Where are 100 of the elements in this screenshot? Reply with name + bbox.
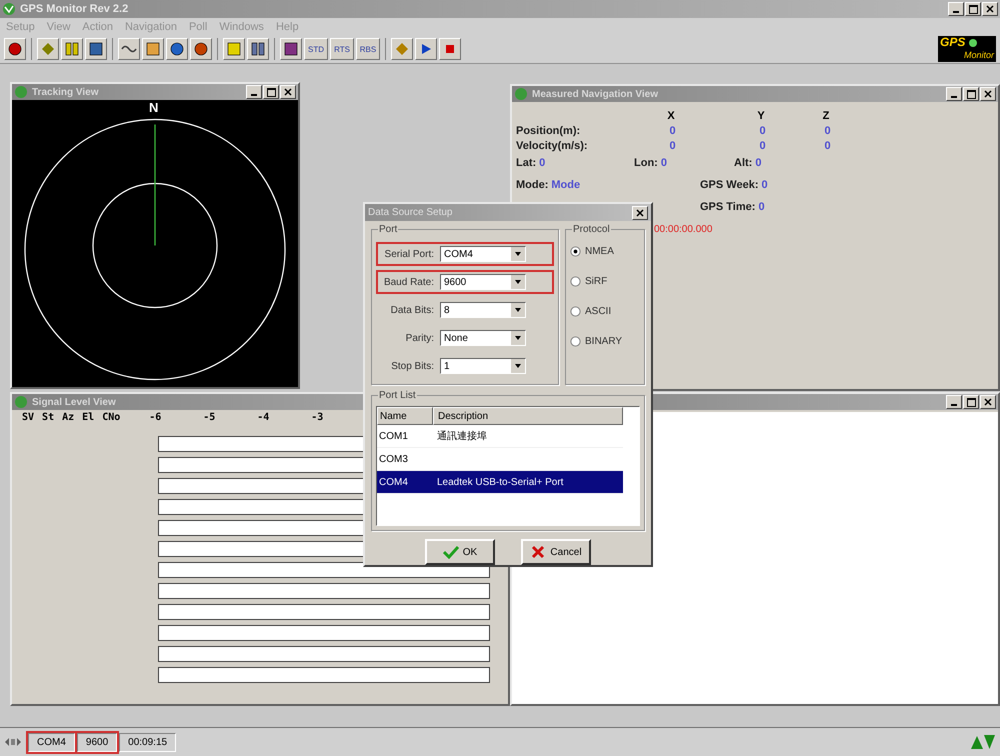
- dropdown[interactable]: 1: [440, 358, 526, 374]
- toolbar-button[interactable]: RTS: [330, 38, 354, 60]
- toolbar-button[interactable]: [85, 38, 107, 60]
- maximize-icon: [966, 90, 976, 98]
- field-label: GPS Week:: [700, 179, 758, 191]
- group-label: Protocol: [572, 224, 611, 235]
- field-label: Lat:: [516, 157, 536, 169]
- bars-icon: [64, 41, 80, 57]
- bars-icon: [250, 41, 266, 57]
- scale-label: -3: [310, 412, 324, 425]
- axis-label: Z: [822, 110, 830, 122]
- dropdown[interactable]: COM4: [440, 246, 526, 262]
- close-button[interactable]: [980, 395, 996, 409]
- window-title: GPS Monitor Rev 2.2: [20, 3, 128, 15]
- square-icon: [145, 41, 161, 57]
- minimize-icon: [951, 404, 957, 406]
- radio-button[interactable]: NMEA: [570, 246, 640, 257]
- dot-icon: [968, 38, 978, 48]
- toolbar-button[interactable]: [190, 38, 212, 60]
- window-title: Signal Level View: [32, 396, 116, 408]
- minimize-button[interactable]: [946, 87, 962, 101]
- field-value: Mode: [551, 179, 580, 191]
- field-label: Lon:: [634, 157, 658, 169]
- ok-button[interactable]: OK: [425, 539, 495, 565]
- toolbar-button[interactable]: [247, 38, 269, 60]
- close-button[interactable]: [280, 85, 296, 99]
- column-header: El: [82, 412, 94, 425]
- radio-button[interactable]: SiRF: [570, 276, 640, 287]
- minimize-button[interactable]: [946, 395, 962, 409]
- maximize-button[interactable]: [963, 395, 979, 409]
- close-icon: [986, 5, 994, 13]
- axis-label: X: [666, 110, 676, 122]
- close-button[interactable]: [632, 206, 648, 220]
- cross-icon: [530, 545, 546, 559]
- maximize-button[interactable]: [263, 85, 279, 99]
- minimize-button[interactable]: [246, 85, 262, 99]
- caret-icon: [511, 331, 525, 345]
- circle-icon: [193, 41, 209, 57]
- toolbar-button[interactable]: STD: [304, 38, 328, 60]
- restore-button[interactable]: [965, 2, 981, 16]
- dropdown[interactable]: 9600: [440, 274, 526, 290]
- status-field: COM4: [28, 732, 75, 752]
- close-button[interactable]: [982, 2, 998, 16]
- field-label: Stop Bits:: [390, 360, 434, 372]
- status-field: 00:09:15: [119, 732, 176, 752]
- status-field: 9600: [76, 732, 118, 752]
- group-label: Port: [378, 224, 398, 235]
- radio-button[interactable]: ASCII: [570, 306, 640, 317]
- minimize-button[interactable]: [948, 2, 964, 16]
- toolbar-button[interactable]: [4, 38, 26, 60]
- field-value: 0: [660, 157, 667, 169]
- caret-icon: [511, 359, 525, 373]
- group-label: Port List: [378, 390, 417, 401]
- minimize-icon: [951, 96, 957, 98]
- radio-button[interactable]: BINARY: [570, 336, 640, 347]
- field-label: Parity:: [404, 332, 434, 344]
- toolbar-button[interactable]: [61, 38, 83, 60]
- minimize-icon: [953, 11, 959, 13]
- play-button[interactable]: [415, 38, 437, 60]
- field-value: 0: [758, 140, 767, 152]
- close-icon: [984, 398, 992, 406]
- maximize-button[interactable]: [963, 87, 979, 101]
- scale-label: -4: [256, 412, 270, 425]
- stop-button[interactable]: [439, 38, 461, 60]
- toolbar-button[interactable]: [118, 38, 140, 60]
- window-title: Measured Navigation View: [532, 88, 658, 100]
- toolbar-button[interactable]: [142, 38, 164, 60]
- close-icon: [636, 208, 644, 216]
- port-row[interactable]: COM1 通訊連接埠: [377, 425, 623, 448]
- field-value: 0: [823, 140, 832, 152]
- field-value: 0: [668, 125, 677, 137]
- caret-icon: [511, 275, 525, 289]
- axis-label: Y: [756, 110, 766, 122]
- field-label: Alt:: [734, 157, 752, 169]
- scale-label: -5: [202, 412, 216, 425]
- port-row[interactable]: COM4 Leadtek USB-to-Serial+ Port: [377, 471, 623, 494]
- field-label: Velocity(m/s):: [516, 140, 589, 152]
- dropdown[interactable]: 8: [440, 302, 526, 318]
- window-title: Tracking View: [32, 86, 99, 98]
- column-header[interactable]: Name: [377, 407, 433, 425]
- toolbar-button[interactable]: [223, 38, 245, 60]
- column-header[interactable]: Description: [433, 407, 623, 425]
- close-button[interactable]: [980, 87, 996, 101]
- time-reading: 00:00:00.000: [654, 224, 712, 234]
- toolbar-button[interactable]: [280, 38, 302, 60]
- up-down-arrows-icon: [970, 734, 996, 750]
- field-value: 0: [668, 140, 677, 152]
- circle-icon: [169, 41, 185, 57]
- diamond-icon: [40, 41, 56, 57]
- field-label: Data Bits:: [390, 304, 434, 316]
- field-value: 0: [758, 125, 767, 137]
- toolbar-button[interactable]: RBS: [356, 38, 380, 60]
- circle-icon: [7, 41, 23, 57]
- field-value: 0: [758, 201, 765, 213]
- dropdown[interactable]: None: [440, 330, 526, 346]
- maximize-icon: [968, 4, 978, 14]
- field-value: 0: [823, 125, 832, 137]
- field-value: 0: [539, 157, 546, 169]
- cancel-button[interactable]: Cancel: [521, 539, 591, 565]
- toolbar-button[interactable]: [166, 38, 188, 60]
